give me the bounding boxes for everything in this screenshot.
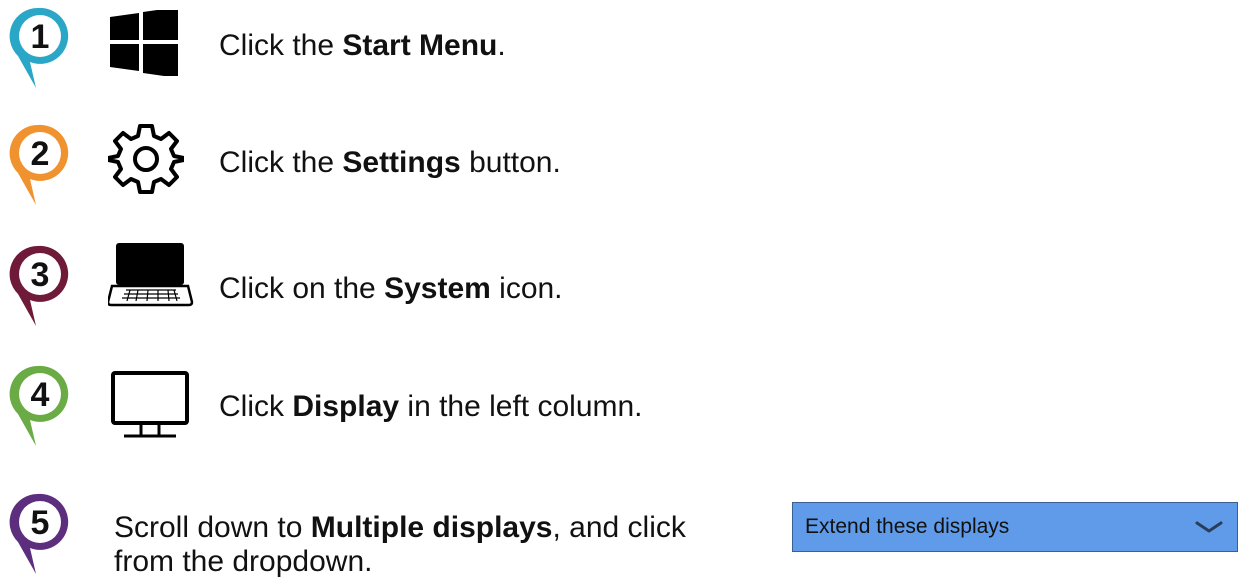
- step-2-text-pre: Click the: [219, 146, 343, 179]
- step-1-number: 1: [31, 18, 50, 56]
- step-1-instruction: Click the Start Menu.: [219, 28, 506, 64]
- speech-bubble-icon: 5: [9, 493, 69, 574]
- step-5-text-bold: Multiple displays: [310, 511, 553, 544]
- step-5-number: 5: [31, 504, 50, 542]
- dropdown-selected-value: Extend these displays: [805, 515, 1010, 538]
- step-4-instruction: Click Display in the left column.: [219, 389, 643, 425]
- step-2-number: 2: [31, 135, 50, 173]
- step-2-text-bold: Settings: [342, 146, 461, 179]
- laptop-icon: [108, 242, 194, 308]
- speech-bubble-icon: 2: [9, 124, 69, 205]
- step-1-text-post: .: [497, 29, 506, 62]
- gear-icon: [108, 121, 184, 197]
- monitor-icon: [110, 370, 190, 440]
- step-2-instruction: Click the Settings button.: [219, 145, 561, 181]
- step-2-text-post: button.: [460, 146, 561, 179]
- multiple-displays-dropdown[interactable]: Extend these displays: [792, 502, 1238, 552]
- step-5-text-post: , and click: [552, 511, 686, 544]
- step-5-instruction: Scroll down to Multiple displays, and cl…: [114, 510, 686, 546]
- step-4-text-post: in the left column.: [399, 390, 643, 423]
- step-4-number: 4: [31, 376, 50, 414]
- step-4-text-bold: Display: [292, 390, 400, 423]
- step-5-text-pre: Scroll down to: [114, 511, 311, 544]
- step-3-text-bold: System: [384, 272, 491, 305]
- step-1-badge: 1: [6, 4, 70, 94]
- step-2-badge: 2: [6, 121, 70, 211]
- speech-bubble-icon: 4: [9, 365, 69, 446]
- step-3-number: 3: [31, 256, 50, 294]
- step-4-text-pre: Click: [219, 390, 293, 423]
- speech-bubble-icon: 3: [9, 245, 69, 326]
- step-3-instruction: Click on the System icon.: [219, 271, 563, 307]
- step-4-badge: 4: [6, 362, 70, 452]
- windows-logo-icon: [110, 10, 178, 76]
- step-3-badge: 3: [6, 242, 70, 332]
- step-3-text-post: icon.: [490, 272, 563, 305]
- speech-bubble-icon: 1: [9, 7, 69, 88]
- step-3-text-pre: Click on the: [219, 272, 385, 305]
- step-1-text-pre: Click the: [219, 29, 343, 62]
- step-5-badge: 5: [6, 490, 70, 580]
- step-5-instruction-line2: from the dropdown.: [114, 545, 373, 578]
- step-1-text-bold: Start Menu: [342, 29, 498, 62]
- chevron-down-icon[interactable]: [1195, 520, 1223, 534]
